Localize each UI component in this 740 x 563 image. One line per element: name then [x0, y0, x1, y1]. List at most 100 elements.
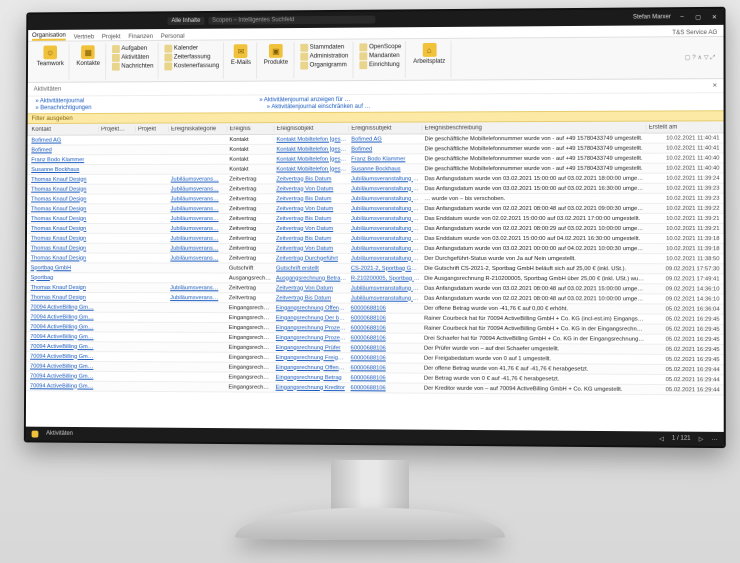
cell-ereignisobjekt[interactable]: Kontakt Mobiltelefon [geschäft…	[274, 146, 349, 152]
cell-kontakt[interactable]: Thomas Knauf Design	[29, 176, 99, 182]
close-panel-icon[interactable]: ✕	[712, 82, 717, 89]
cell-kontakt[interactable]: 70094 ActiveBilling Gm…	[28, 343, 98, 349]
cell-kontakt[interactable]: 70094 ActiveBilling Gm…	[28, 324, 98, 330]
company-label[interactable]: T&S Service AG	[672, 29, 723, 36]
cell-ereignissubjekt[interactable]: R-210200005, Sportbag GmbH	[349, 275, 422, 281]
cell-ereigniskategorie[interactable]: Jubiläumsverans…	[169, 176, 228, 182]
cell-kontakt[interactable]: 70094 ActiveBilling Gm…	[28, 353, 98, 359]
emails-button[interactable]: ✉ E-Mails	[229, 43, 253, 67]
cell-ereignissubjekt[interactable]: 60000688106	[349, 325, 422, 331]
kontakte-button[interactable]: ▦ Kontakte	[74, 44, 102, 68]
link-journal-restrict[interactable]: » Aktivitätenjournal einschränken auf …	[267, 104, 371, 110]
cell-kontakt[interactable]: 70094 ActiveBilling Gm…	[28, 373, 98, 379]
cell-ereignissubjekt[interactable]: Franz Bodo Klammer	[349, 156, 422, 162]
search-scope-dropdown[interactable]: Alle Inhalte	[168, 17, 205, 25]
kostenerfassung-button[interactable]: Kostenerfassung	[163, 61, 220, 70]
arbeitsplatz-button[interactable]: ⌂ Arbeitsplatz	[411, 42, 447, 66]
cell-ereignisobjekt[interactable]: Zeitvertrag Durchgeführt	[274, 255, 349, 261]
cell-kontakt[interactable]: Bofimed	[29, 147, 99, 153]
cell-kontakt[interactable]: Thomas Knauf Design	[29, 206, 99, 212]
ribbon-collapse-icons[interactable]: ▢ ? ∧ ▽ ⤢	[685, 39, 720, 76]
cell-ereignissubjekt[interactable]: 60000688106	[349, 365, 422, 371]
table-row[interactable]: Thomas Knauf Design Jubiläumsverans… Zeitv…	[27, 234, 724, 244]
col-ereignisbeschreibung[interactable]: Ereignisbeschreibung	[423, 124, 647, 131]
tab-vertrieb[interactable]: Vertrieb	[74, 33, 95, 40]
col-projektnr[interactable]: Projekt…	[99, 126, 136, 132]
window-minimize-icon[interactable]: –	[677, 14, 687, 20]
col-kontakt[interactable]: Kontakt	[30, 126, 100, 132]
cell-kontakt[interactable]: Thomas Knauf Design	[29, 216, 99, 222]
col-ereignissubjekt[interactable]: Ereignissubjekt	[349, 125, 422, 131]
teamwork-button[interactable]: ☺ Teamwork	[35, 44, 66, 68]
cell-ereignisobjekt[interactable]: Eingangsrechnung Betrag	[274, 374, 349, 380]
kalender-button[interactable]: Kalender	[163, 43, 220, 52]
cell-kontakt[interactable]: Thomas Knauf Design	[29, 186, 99, 192]
cell-ereignisobjekt[interactable]: Eingangsrechnung Der bereit…	[274, 315, 349, 321]
cell-ereignisobjekt[interactable]: Eingangsrechnung Prozess ge…	[274, 335, 349, 341]
cell-kontakt[interactable]: Sportbag	[29, 275, 99, 281]
cell-ereignissubjekt[interactable]: Jubiläumsveranstaltung – 25 J…	[349, 176, 422, 182]
cell-ereignisobjekt[interactable]: Zeitvertrag Von Datum	[274, 285, 349, 291]
table-row[interactable]: Thomas Knauf DesignJubiläumsverans…Zeitv…	[27, 204, 724, 214]
cell-ereignissubjekt[interactable]: 60000688106	[349, 345, 422, 351]
cell-ereigniskategorie[interactable]: Jubiläumsverans…	[168, 245, 227, 251]
cell-ereigniskategorie[interactable]: Jubiläumsverans…	[168, 235, 227, 241]
window-close-icon[interactable]: ✕	[709, 13, 719, 20]
organigramm-button[interactable]: Organigramm	[299, 60, 349, 69]
cell-ereignisobjekt[interactable]: Eingangsrechnung Prozess ge…	[274, 325, 349, 331]
tab-personal[interactable]: Personal	[161, 33, 185, 40]
pager-prev-icon[interactable]: ◁	[659, 435, 664, 442]
aufgaben-button[interactable]: Aufgaben	[111, 44, 155, 53]
col-ereignisobjekt[interactable]: Ereignisobjekt	[275, 125, 350, 131]
cell-ereignisobjekt[interactable]: Zeitvertrag Bis Datum	[274, 235, 349, 241]
stammdaten-button[interactable]: Stammdaten	[299, 43, 349, 52]
cell-kontakt[interactable]: Sportbag GmbH	[29, 265, 99, 271]
col-ereignis[interactable]: Ereignis	[227, 126, 274, 132]
cell-kontakt[interactable]: 70094 ActiveBilling Gm…	[28, 383, 98, 389]
openscope-button[interactable]: OpenScope	[358, 42, 402, 51]
cell-kontakt[interactable]: Susanne Bockhaus	[29, 167, 99, 173]
mandant-button[interactable]: Mandanten	[358, 51, 402, 60]
search-input[interactable]: Scopen – Intelligentes Suchfeld	[208, 16, 375, 25]
tab-finanzen[interactable]: Finanzen	[128, 33, 153, 40]
cell-kontakt[interactable]: Bofimed AG	[29, 137, 99, 143]
cell-kontakt[interactable]: Thomas Knauf Design	[29, 196, 99, 202]
cell-ereignissubjekt[interactable]: Jubiläumsveranstaltung – 25 J…	[349, 216, 422, 222]
cell-ereignissubjekt[interactable]: 60000688106	[349, 385, 422, 391]
cell-kontakt[interactable]: 70094 ActiveBilling Gm…	[28, 363, 98, 369]
cell-kontakt[interactable]: Thomas Knauf Design	[29, 255, 99, 261]
link-journal[interactable]: » Aktivitätenjournal	[35, 98, 84, 104]
cell-ereignissubjekt[interactable]: 60000688106	[349, 335, 422, 341]
col-projekt[interactable]: Projekt	[136, 126, 169, 132]
cell-ereigniskategorie[interactable]: Jubiläumsverans…	[169, 186, 228, 192]
col-erstellt-am[interactable]: Erstellt am	[647, 124, 722, 130]
cell-ereignissubjekt[interactable]: Jubiläumsveranstaltung – 25 J…	[349, 226, 422, 232]
tab-projekt[interactable]: Projekt	[102, 33, 121, 40]
cell-ereignisobjekt[interactable]: Eingangsrechnung Kreditor	[274, 384, 349, 390]
cell-ereignisobjekt[interactable]: Zeitvertrag Von Datum	[274, 206, 349, 212]
cell-ereignisobjekt[interactable]: Eingangsrechnung Freigabeda…	[274, 354, 349, 360]
cell-ereignisobjekt[interactable]: Eingangsrechnung Offener Bet…	[274, 364, 349, 370]
cell-ereignissubjekt[interactable]: Susanne Bockhaus	[349, 166, 422, 172]
produkte-button[interactable]: ▣ Produkte	[262, 43, 290, 67]
pager-next-icon[interactable]: ▷	[699, 435, 704, 442]
cell-ereigniskategorie[interactable]: Jubiläumsverans…	[168, 285, 227, 291]
aktivitaeten-button[interactable]: Aktivitäten	[111, 53, 155, 62]
cell-ereignisobjekt[interactable]: Ausgangsrechnung Betrag ausl…	[274, 275, 349, 281]
zeiterfassung-button[interactable]: Zeiterfassung	[163, 52, 220, 61]
col-ereigniskategorie[interactable]: Ereigniskategorie	[169, 126, 228, 132]
cell-ereigniskategorie[interactable]: Jubiläumsverans…	[168, 295, 227, 301]
cell-ereignissubjekt[interactable]: Jubiläumsveranstaltung – 25 J…	[349, 255, 422, 261]
table-row[interactable]: Thomas Knauf DesignJubiläumsverans…Zeitv…	[27, 214, 724, 224]
cell-ereigniskategorie[interactable]: Jubiläumsverans…	[168, 226, 227, 232]
cell-ereignissubjekt[interactable]: Bofimed	[349, 146, 422, 152]
cell-ereignisobjekt[interactable]: Eingangsrechnung Offener Bet…	[274, 305, 349, 311]
table-row[interactable]: Thomas Knauf DesignJubiläumsverans…Zeitv…	[27, 224, 724, 234]
cell-ereignissubjekt[interactable]: Jubiläumsveranstaltung – 25 J…	[349, 186, 422, 192]
cell-ereignisobjekt[interactable]: Zeitvertrag Bis Datum	[274, 176, 349, 182]
table-row[interactable]: Thomas Knauf DesignJubiläumsverans…Zeitv…	[27, 194, 723, 205]
cell-ereigniskategorie[interactable]: Jubiläumsverans…	[169, 196, 228, 202]
cell-ereignissubjekt[interactable]: 60000688106	[349, 375, 422, 381]
cell-kontakt[interactable]: Thomas Knauf Design	[29, 235, 99, 241]
cell-kontakt[interactable]: 70094 ActiveBilling Gm…	[28, 304, 98, 310]
